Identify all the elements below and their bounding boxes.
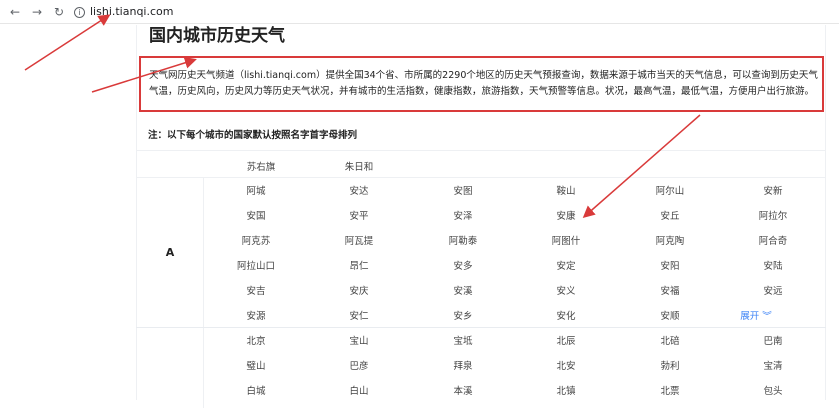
- city-link[interactable]: 昂仁: [314, 258, 404, 272]
- top-city-row: 苏右旗 朱日和: [136, 150, 826, 178]
- city-link[interactable]: 北碚: [625, 333, 715, 347]
- city-link[interactable]: 安陆: [728, 258, 818, 272]
- page-description: 天气网历史天气频道（lishi.tianqi.com）提供全国34个省、市所属的…: [149, 70, 818, 97]
- browser-toolbar: ← → ↻ i lishi.tianqi.com: [0, 0, 839, 24]
- city-link[interactable]: 安顺: [625, 308, 715, 322]
- city-link[interactable]: 安吉: [211, 283, 301, 297]
- city-link[interactable]: 包头: [728, 383, 818, 397]
- city-link[interactable]: 阿勒泰: [418, 233, 508, 247]
- left-margin: [0, 25, 136, 400]
- city-link[interactable]: 白山: [314, 383, 404, 397]
- city-group-b: 北京 宝山 宝坻 北辰 北碚 巴南璧山 巴彦 拜泉 北安 勃利 宝清白城 白山 本溪 北镇 北票 包头: [136, 328, 826, 408]
- expand-link[interactable]: 展开 ︾: [711, 308, 801, 322]
- city-group-a: A 阿城 安达 安图 鞍山 阿尔山 安新安国 安平 安泽 安康 安丘 阿拉尔阿克苏 阿瓦提 阿勒泰 阿图什…: [136, 178, 826, 328]
- city-link[interactable]: 安远: [728, 283, 818, 297]
- city-link[interactable]: 朱日和: [314, 159, 404, 173]
- city-link[interactable]: 安仁: [314, 308, 404, 322]
- city-link[interactable]: 安多: [418, 258, 508, 272]
- address-bar[interactable]: i lishi.tianqi.com: [74, 2, 834, 22]
- city-link[interactable]: 安康: [521, 208, 611, 222]
- city-link[interactable]: 北安: [521, 358, 611, 372]
- expand-label: 展开: [740, 311, 760, 322]
- city-link[interactable]: 阿城: [211, 183, 301, 197]
- group-letter: A: [165, 246, 175, 259]
- city-link[interactable]: 安阳: [625, 258, 715, 272]
- right-margin: [826, 25, 839, 400]
- city-link[interactable]: 阿瓦提: [314, 233, 404, 247]
- city-link[interactable]: 安达: [314, 183, 404, 197]
- city-link[interactable]: 鞍山: [521, 183, 611, 197]
- sort-note: 注：以下每个城市的国家默认按照名字首字母排列: [148, 130, 358, 141]
- city-link[interactable]: 安化: [521, 308, 611, 322]
- forward-icon[interactable]: →: [28, 3, 46, 21]
- city-link[interactable]: 阿拉尔: [728, 208, 818, 222]
- city-link[interactable]: 安定: [521, 258, 611, 272]
- city-link[interactable]: 安庆: [314, 283, 404, 297]
- city-link[interactable]: 阿合奇: [728, 233, 818, 247]
- city-link[interactable]: 北票: [625, 383, 715, 397]
- city-link[interactable]: 安福: [625, 283, 715, 297]
- city-link[interactable]: 安泽: [418, 208, 508, 222]
- city-link[interactable]: 拜泉: [418, 358, 508, 372]
- city-link[interactable]: 阿克陶: [625, 233, 715, 247]
- city-link[interactable]: 苏右旗: [216, 159, 306, 173]
- city-link[interactable]: 璧山: [211, 358, 301, 372]
- city-link[interactable]: 安义: [521, 283, 611, 297]
- back-icon[interactable]: ←: [6, 3, 24, 21]
- city-link[interactable]: 本溪: [418, 383, 508, 397]
- city-link[interactable]: 安溪: [418, 283, 508, 297]
- city-link[interactable]: 安丘: [625, 208, 715, 222]
- city-link[interactable]: 阿尔山: [625, 183, 715, 197]
- city-link[interactable]: 安国: [211, 208, 301, 222]
- city-link[interactable]: 宝清: [728, 358, 818, 372]
- city-link[interactable]: 勃利: [625, 358, 715, 372]
- site-info-icon[interactable]: i: [74, 6, 85, 18]
- page-title: 国内城市历史天气: [149, 26, 285, 46]
- city-link[interactable]: 安源: [211, 308, 301, 322]
- city-link[interactable]: 阿图什: [521, 233, 611, 247]
- city-link[interactable]: 安乡: [418, 308, 508, 322]
- city-link[interactable]: 宝山: [314, 333, 404, 347]
- city-link[interactable]: 白城: [211, 383, 301, 397]
- page: 国内城市历史天气 天气网历史天气频道（lishi.tianqi.com）提供全国…: [0, 25, 839, 408]
- city-link[interactable]: 北辰: [521, 333, 611, 347]
- chevron-down-icon: ︾: [759, 311, 772, 322]
- letter-cell: [136, 328, 204, 408]
- city-link[interactable]: 安新: [728, 183, 818, 197]
- city-link[interactable]: 阿拉山口: [211, 258, 301, 272]
- city-link[interactable]: 宝坻: [418, 333, 508, 347]
- city-link[interactable]: 北京: [211, 333, 301, 347]
- url-text: lishi.tianqi.com: [90, 5, 174, 18]
- city-link[interactable]: 巴彦: [314, 358, 404, 372]
- city-link[interactable]: 巴南: [728, 333, 818, 347]
- reload-icon[interactable]: ↻: [50, 3, 68, 21]
- city-link[interactable]: 安图: [418, 183, 508, 197]
- city-link[interactable]: 阿克苏: [211, 233, 301, 247]
- city-link[interactable]: 北镇: [521, 383, 611, 397]
- city-link[interactable]: 安平: [314, 208, 404, 222]
